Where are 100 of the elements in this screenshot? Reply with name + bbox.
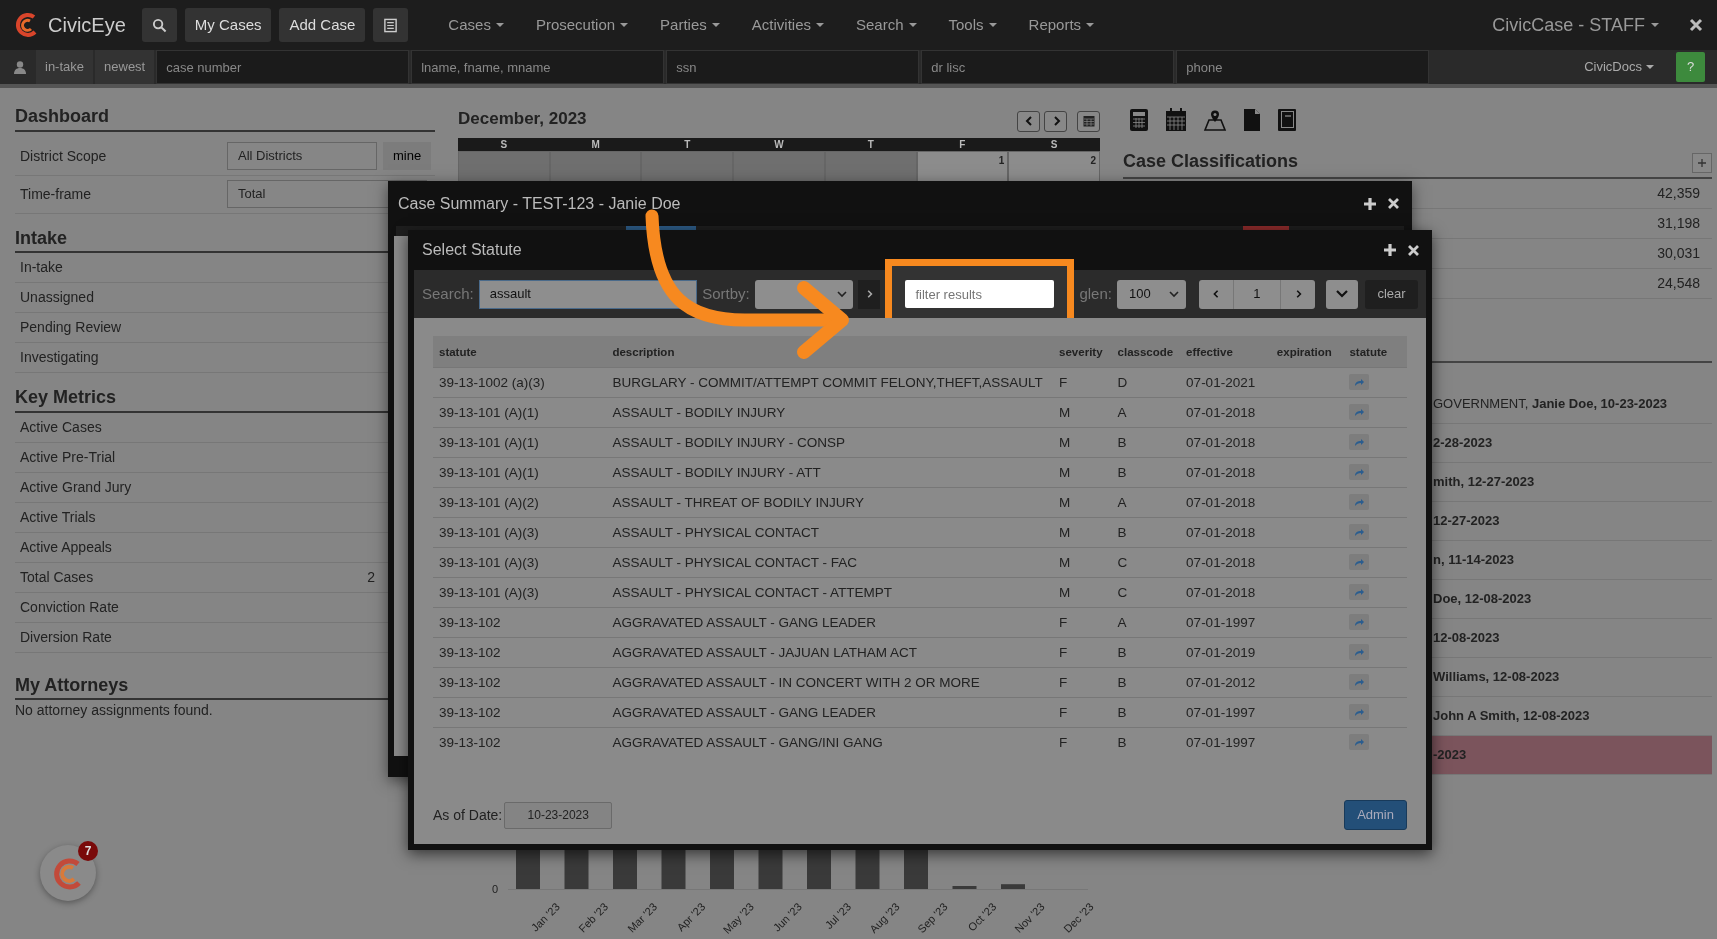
plus-icon[interactable] xyxy=(1363,196,1377,211)
admin-button[interactable]: Admin xyxy=(1344,800,1407,830)
quick-tab[interactable]: newest xyxy=(95,50,155,84)
close-icon[interactable] xyxy=(1689,18,1703,32)
metric-label[interactable]: Total Cases xyxy=(20,566,94,588)
mine-button[interactable]: mine xyxy=(383,142,432,171)
metric-label[interactable]: Unassigned xyxy=(20,287,94,309)
search-button[interactable] xyxy=(141,8,177,42)
calculator-icon[interactable] xyxy=(1129,108,1149,132)
filter-field[interactable]: filter results xyxy=(905,280,1055,308)
map-pin-icon[interactable] xyxy=(1203,108,1227,132)
search-field[interactable]: phone xyxy=(1176,50,1430,84)
metric-label[interactable]: Conviction Rate xyxy=(20,596,119,618)
metric-label[interactable]: Pending Review xyxy=(20,317,122,339)
select-statute-button[interactable] xyxy=(1349,374,1370,391)
metric-label[interactable]: Diversion Rate xyxy=(20,626,112,648)
column-header[interactable]: classcode xyxy=(1111,336,1181,368)
expand-button[interactable] xyxy=(1692,153,1712,173)
select-statute-button[interactable] xyxy=(1349,464,1370,481)
metric-label[interactable]: Active Appeals xyxy=(20,536,112,558)
nav-menu[interactable]: Cases xyxy=(436,13,516,37)
case-entry[interactable]: Doe, 12-08-2023 xyxy=(1433,589,1532,609)
previous-month-button[interactable] xyxy=(1017,110,1040,132)
column-header[interactable]: statute xyxy=(433,336,607,368)
list-button[interactable] xyxy=(373,8,409,42)
select-statute-button[interactable] xyxy=(1349,404,1370,421)
metric-label[interactable]: Active Grand Jury xyxy=(20,476,132,498)
clear-button[interactable]: clear xyxy=(1365,279,1418,309)
case-entry[interactable]: n, 11-14-2023 xyxy=(1433,550,1514,570)
search-field[interactable]: ssn xyxy=(666,50,920,84)
nav-menu[interactable]: Parties xyxy=(648,13,732,37)
table-cell: 39-13-102 xyxy=(433,727,607,758)
select-statute-button[interactable] xyxy=(1349,434,1370,451)
help-button[interactable]: ? xyxy=(1676,52,1705,82)
close-icon[interactable] xyxy=(1387,197,1400,210)
table-cell: B xyxy=(1111,427,1181,458)
calendar-view-button[interactable] xyxy=(1077,110,1100,132)
case-entry[interactable]: 2-28-2023 xyxy=(1433,433,1493,453)
select-statute-button[interactable] xyxy=(1349,554,1370,571)
account-menu[interactable]: CivicCase - STAFF xyxy=(1486,10,1665,40)
case-entry[interactable]: John A Smith, 12-08-2023 xyxy=(1433,706,1590,726)
search-input[interactable]: assault xyxy=(478,279,698,309)
page-field[interactable]: 1 xyxy=(1232,279,1281,309)
search-field[interactable]: dr lisc xyxy=(921,50,1175,84)
select-statute-button[interactable] xyxy=(1349,644,1370,661)
case-entry[interactable]: -2023 xyxy=(1433,745,1467,765)
column-header[interactable]: expiration xyxy=(1270,336,1344,368)
assistant-button[interactable] xyxy=(40,845,96,901)
previous-page-button[interactable] xyxy=(1198,279,1233,309)
case-entry[interactable]: 12-08-2023 xyxy=(1433,628,1500,648)
nav-button[interactable]: Add Case xyxy=(279,8,366,42)
nav-menu[interactable]: Activities xyxy=(739,13,836,37)
tab-button[interactable] xyxy=(626,226,696,230)
table-cell: M xyxy=(1053,457,1112,488)
select-statute-button[interactable] xyxy=(1349,674,1370,691)
column-header[interactable]: effective xyxy=(1180,336,1271,368)
date-field[interactable]: 10-23-2023 xyxy=(504,801,613,829)
caret-icon xyxy=(1086,23,1095,27)
next-page-button[interactable] xyxy=(1280,279,1315,309)
column-header[interactable]: description xyxy=(606,336,1054,368)
next-month-button[interactable] xyxy=(1044,110,1067,132)
metric-label[interactable]: In-take xyxy=(20,257,63,279)
nav-menu[interactable]: Reports xyxy=(1016,13,1107,37)
close-icon[interactable] xyxy=(1407,243,1420,257)
docs-menu[interactable]: CivicDocs xyxy=(1578,56,1660,78)
document-icon[interactable] xyxy=(1243,108,1261,132)
calendar-icon[interactable] xyxy=(1165,108,1187,132)
select-statute-button[interactable] xyxy=(1349,614,1370,631)
quick-tab[interactable]: in-take xyxy=(36,50,94,84)
metric-label[interactable]: Active Cases xyxy=(20,416,102,438)
arrow-icon xyxy=(1354,377,1365,387)
select-statute-button[interactable] xyxy=(1349,584,1370,601)
case-entry[interactable]: Williams, 12-08-2023 xyxy=(1433,667,1560,687)
case-entry[interactable]: mith, 12-27-2023 xyxy=(1433,472,1535,492)
select-statute-button[interactable] xyxy=(1349,524,1370,541)
notification-count: 7 xyxy=(78,841,98,861)
search-field[interactable]: lname, fname, mname xyxy=(411,50,665,84)
axis-label: Nov '23 xyxy=(1011,899,1048,937)
metric-label[interactable]: Investigating xyxy=(20,347,99,369)
metric-label[interactable]: Active Pre-Trial xyxy=(20,446,116,468)
plus-icon[interactable] xyxy=(1383,243,1397,257)
search-field[interactable]: case number xyxy=(156,50,410,84)
select-field[interactable]: All Districts xyxy=(227,142,377,171)
select-statute-button[interactable] xyxy=(1349,494,1370,511)
nav-menu[interactable]: Search xyxy=(844,13,929,37)
select-statute-button[interactable] xyxy=(1349,704,1370,721)
case-entry[interactable]: 12-27-2023 xyxy=(1433,511,1500,531)
brand-name[interactable]: CivicEye xyxy=(48,10,126,40)
column-header[interactable]: severity xyxy=(1053,336,1112,368)
nav-button[interactable]: My Cases xyxy=(184,8,272,42)
select-statute-button[interactable] xyxy=(1349,734,1370,751)
nav-menu[interactable]: Prosecution xyxy=(523,13,641,37)
table-cell: M xyxy=(1053,487,1112,518)
column-header[interactable]: statute xyxy=(1343,336,1407,368)
expand-button[interactable] xyxy=(1325,279,1359,309)
case-entry[interactable]: GOVERNMENT, Janie Doe, 10-23-2023 xyxy=(1433,394,1668,414)
metric-label[interactable]: Active Trials xyxy=(20,506,96,528)
book-icon[interactable] xyxy=(1277,108,1297,132)
page-length-select[interactable]: 100 xyxy=(1116,279,1186,309)
nav-menu[interactable]: Tools xyxy=(936,13,1009,37)
